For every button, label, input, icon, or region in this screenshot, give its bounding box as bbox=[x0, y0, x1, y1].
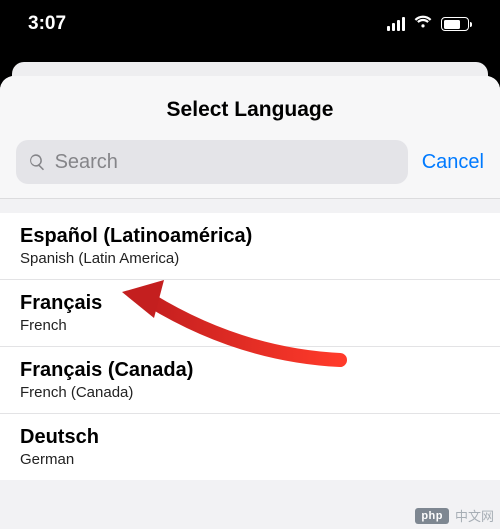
language-item-german[interactable]: Deutsch German bbox=[0, 414, 500, 480]
language-item-french[interactable]: Français French bbox=[0, 280, 500, 347]
language-native-label: Deutsch bbox=[20, 426, 500, 449]
status-bar: 3:07 bbox=[0, 0, 500, 48]
modal-title: Select Language bbox=[0, 76, 500, 140]
language-modal: Select Language Cancel Español (Latinoam… bbox=[0, 76, 500, 529]
status-indicators bbox=[387, 15, 472, 34]
watermark: php 中文网 bbox=[415, 506, 494, 525]
language-english-label: Spanish (Latin America) bbox=[20, 250, 500, 267]
language-english-label: German bbox=[20, 451, 500, 468]
language-native-label: Español (Latinoamérica) bbox=[20, 225, 500, 248]
language-english-label: French (Canada) bbox=[20, 384, 500, 401]
cancel-button[interactable]: Cancel bbox=[422, 151, 484, 174]
status-time: 3:07 bbox=[28, 13, 66, 35]
language-item-french-canada[interactable]: Français (Canada) French (Canada) bbox=[0, 347, 500, 414]
language-item-spanish-latam[interactable]: Español (Latinoamérica) Spanish (Latin A… bbox=[0, 213, 500, 280]
watermark-text: 中文网 bbox=[455, 506, 494, 525]
language-list: Español (Latinoamérica) Spanish (Latin A… bbox=[0, 213, 500, 480]
wifi-icon bbox=[413, 15, 433, 34]
battery-icon bbox=[441, 17, 472, 31]
search-field[interactable] bbox=[16, 140, 408, 184]
search-row: Cancel bbox=[0, 140, 500, 198]
language-native-label: Français bbox=[20, 292, 500, 315]
search-input[interactable] bbox=[55, 151, 396, 174]
language-native-label: Français (Canada) bbox=[20, 359, 500, 382]
list-wrapper: Español (Latinoamérica) Spanish (Latin A… bbox=[0, 199, 500, 529]
language-english-label: French bbox=[20, 317, 500, 334]
search-icon bbox=[28, 152, 47, 172]
watermark-badge: php bbox=[415, 508, 449, 524]
cellular-signal-icon bbox=[387, 17, 405, 31]
modal-header: Select Language Cancel bbox=[0, 76, 500, 199]
